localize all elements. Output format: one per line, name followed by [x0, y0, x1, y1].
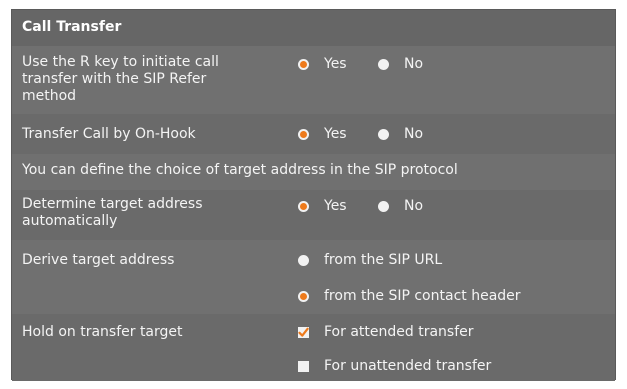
radio-label: from the SIP URL	[324, 252, 443, 268]
setting-label-hold: Hold on transfer target	[22, 324, 183, 340]
label-line: Use the R key to initiate call	[22, 54, 219, 70]
label-line: automatically	[22, 213, 118, 229]
info-row: You can define the choice of target addr…	[12, 154, 615, 190]
derive-contact-header-radio[interactable]: from the SIP contact header	[298, 288, 521, 304]
r-key-yes-radio[interactable]: Yes	[298, 56, 347, 72]
radio-dot-icon	[298, 254, 309, 266]
label-line: transfer with the SIP Refer	[22, 71, 207, 87]
r-key-no-radio[interactable]: No	[378, 56, 423, 72]
info-text: You can define the choice of target addr…	[22, 162, 458, 178]
hold-attended-checkbox[interactable]: For attended transfer	[298, 324, 474, 340]
radio-dot-icon	[298, 200, 309, 212]
setting-label-r-key: Use the R key to initiate call transfer …	[22, 54, 277, 105]
setting-row-hold: Hold on transfer target For attended tra…	[12, 314, 615, 381]
label-line: Determine target address	[22, 196, 203, 212]
setting-row-r-key: Use the R key to initiate call transfer …	[12, 46, 615, 114]
radio-label: No	[404, 198, 424, 214]
section-title: Call Transfer	[22, 19, 122, 35]
radio-label: from the SIP contact header	[324, 288, 521, 304]
label-line: method	[22, 88, 77, 104]
radio-label: No	[404, 56, 424, 72]
radio-dot-icon	[378, 58, 389, 70]
setting-row-determine: Determine target address automatically Y…	[12, 190, 615, 240]
setting-label-derive: Derive target address	[22, 252, 175, 268]
radio-dot-icon	[298, 290, 309, 302]
setting-row-on-hook: Transfer Call by On-Hook Yes No	[12, 114, 615, 154]
call-transfer-panel: Call Transfer Use the R key to initiate …	[11, 9, 616, 381]
radio-dot-icon	[298, 128, 309, 140]
checkbox-label: For unattended transfer	[324, 358, 492, 374]
radio-dot-icon	[378, 200, 389, 212]
radio-label: Yes	[324, 56, 347, 72]
hold-unattended-checkbox[interactable]: For unattended transfer	[298, 358, 491, 374]
radio-dot-icon	[298, 58, 309, 70]
determine-no-radio[interactable]: No	[378, 198, 423, 214]
setting-label-on-hook: Transfer Call by On-Hook	[22, 126, 196, 142]
checkbox-label: For attended transfer	[324, 324, 474, 340]
on-hook-yes-radio[interactable]: Yes	[298, 126, 347, 142]
checkbox-empty-icon	[298, 360, 309, 372]
setting-row-derive: Derive target address from the SIP URL f…	[12, 240, 615, 314]
radio-dot-icon	[378, 128, 389, 140]
radio-label: Yes	[324, 198, 347, 214]
on-hook-no-radio[interactable]: No	[378, 126, 423, 142]
setting-label-determine: Determine target address automatically	[22, 196, 277, 230]
determine-yes-radio[interactable]: Yes	[298, 198, 347, 214]
checkbox-checked-icon	[298, 326, 309, 338]
derive-sip-url-radio[interactable]: from the SIP URL	[298, 252, 442, 268]
radio-label: No	[404, 126, 424, 142]
radio-label: Yes	[324, 126, 347, 142]
